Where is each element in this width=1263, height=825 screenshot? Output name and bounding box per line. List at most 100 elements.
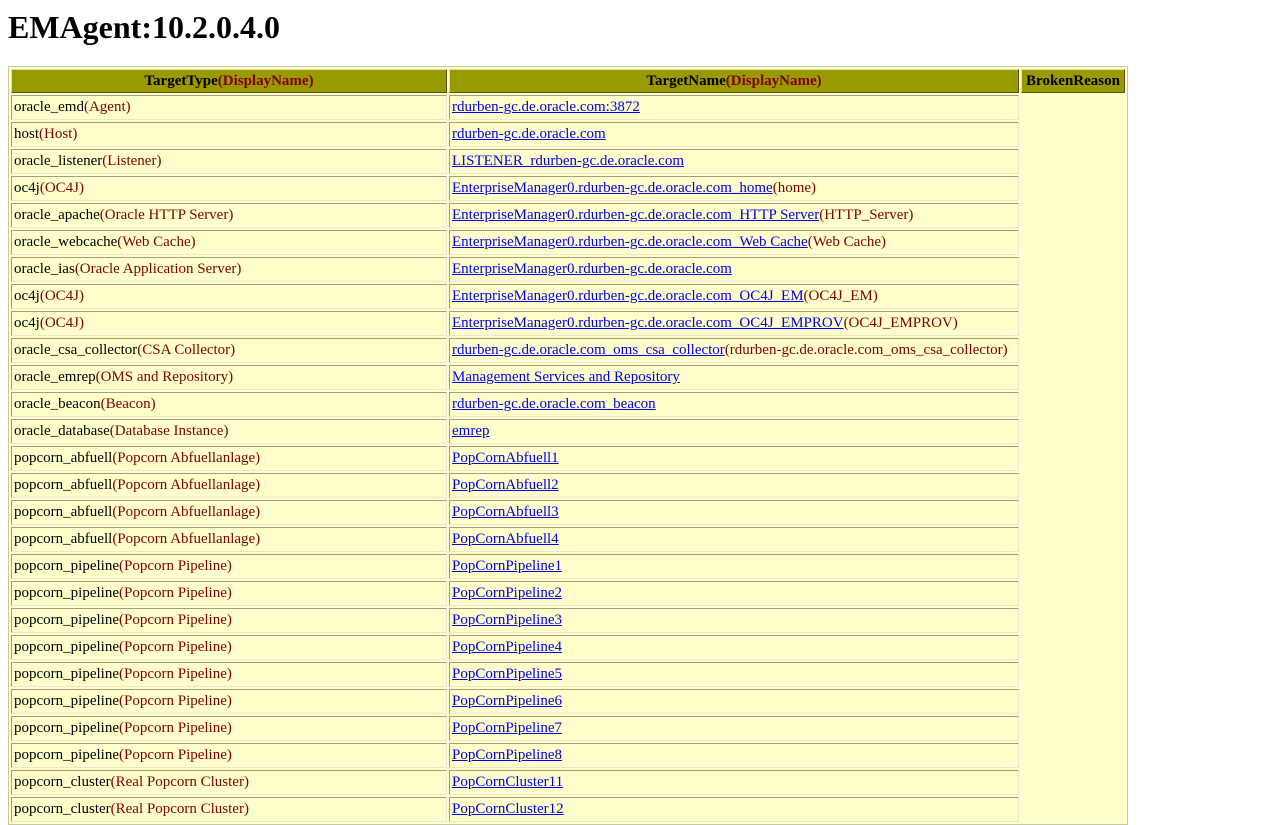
target-name-link[interactable]: PopCornAbfuell3 — [452, 504, 559, 520]
table-row: oracle_listener(Listener) LISTENER_rdurbe… — [11, 149, 1125, 174]
target-name-link[interactable]: PopCornPipeline8 — [452, 747, 562, 763]
target-type: popcorn_pipeline — [14, 612, 119, 628]
target-name-cell: PopCornAbfuell4 — [449, 527, 1019, 552]
target-type-cell: popcorn_cluster(Real Popcorn Cluster) — [11, 797, 447, 822]
target-name-cell: PopCornAbfuell3 — [449, 500, 1019, 525]
target-type: oracle_emrep — [14, 369, 96, 385]
target-type-cell: oracle_listener(Listener) — [11, 149, 447, 174]
target-type-display-name: (OC4J) — [39, 315, 84, 331]
table-row: oracle_beacon(Beacon) rdurben-gc.de.oracl… — [11, 392, 1125, 417]
target-type-cell: popcorn_pipeline(Popcorn Pipeline) — [11, 689, 447, 714]
target-name-display-name: (OC4J_EM) — [803, 288, 878, 304]
target-type-display-name: (Popcorn Pipeline) — [118, 612, 232, 628]
target-type-display-name: (Popcorn Pipeline) — [118, 639, 232, 655]
table-row: oracle_emrep(OMS and Repository) Manageme… — [11, 365, 1125, 390]
target-name-link[interactable]: EnterpriseManager0.rdurben-gc.de.oracle.… — [452, 261, 732, 277]
target-name-link[interactable]: PopCornPipeline3 — [452, 612, 562, 628]
target-type-display-name: (Oracle Application Server) — [74, 261, 242, 277]
target-name-link[interactable]: EnterpriseManager0.rdurben-gc.de.oracle.… — [452, 234, 808, 250]
target-name-link[interactable]: rdurben-gc.de.oracle.com_oms_csa_collect… — [452, 342, 725, 358]
table-row: popcorn_pipeline(Popcorn Pipeline) PopCor… — [11, 743, 1125, 768]
table-row: oracle_ias(Oracle Application Server) Ent… — [11, 257, 1125, 282]
table-row: oc4j(OC4J) EnterpriseManager0.rdurben-gc.… — [11, 311, 1125, 336]
target-type-display-name: (CSA Collector) — [137, 342, 236, 358]
target-name-link[interactable]: PopCornCluster11 — [452, 774, 563, 790]
target-name-cell: PopCornPipeline8 — [449, 743, 1019, 768]
target-type-display-name: (Popcorn Pipeline) — [118, 666, 232, 682]
target-name-link[interactable]: PopCornCluster12 — [452, 801, 564, 817]
target-type-display-name: (Popcorn Pipeline) — [118, 558, 232, 574]
target-type-cell: oracle_webcache(Web Cache) — [11, 230, 447, 255]
target-type: oc4j — [14, 180, 40, 196]
target-name-cell: PopCornPipeline1 — [449, 554, 1019, 579]
target-type-display-name: (OC4J) — [39, 180, 84, 196]
target-type-cell: oracle_emd(Agent) — [11, 95, 447, 120]
target-type-cell: popcorn_pipeline(Popcorn Pipeline) — [11, 635, 447, 660]
target-type-cell: popcorn_pipeline(Popcorn Pipeline) — [11, 716, 447, 741]
target-name-link[interactable]: PopCornPipeline1 — [452, 558, 562, 574]
target-type-display-name: (Popcorn Pipeline) — [118, 720, 232, 736]
target-name-link[interactable]: PopCornAbfuell4 — [452, 531, 559, 547]
target-name-display-name: (rdurben-gc.de.oracle.com_oms_csa_collec… — [724, 342, 1008, 358]
target-name-link[interactable]: PopCornPipeline7 — [452, 720, 562, 736]
table-row: popcorn_pipeline(Popcorn Pipeline) PopCor… — [11, 608, 1125, 633]
target-type-cell: oracle_ias(Oracle Application Server) — [11, 257, 447, 282]
target-type: popcorn_abfuell — [14, 504, 113, 520]
target-name-link[interactable]: PopCornAbfuell2 — [452, 477, 559, 493]
target-type-cell: popcorn_abfuell(Popcorn Abfuellanlage) — [11, 500, 447, 525]
target-type-cell: popcorn_cluster(Real Popcorn Cluster) — [11, 770, 447, 795]
target-type-display-name: (Popcorn Abfuellanlage) — [112, 531, 261, 547]
target-name-link[interactable]: rdurben-gc.de.oracle.com_beacon — [452, 396, 656, 412]
table-header-row: TargetType(DisplayName) TargetName(Displ… — [11, 69, 1125, 93]
target-name-cell: PopCornPipeline3 — [449, 608, 1019, 633]
target-type: popcorn_abfuell — [14, 531, 113, 547]
target-type-display-name: (Popcorn Pipeline) — [118, 585, 232, 601]
target-type-display-name: (Popcorn Abfuellanlage) — [112, 450, 261, 466]
target-name-cell: rdurben-gc.de.oracle.com — [449, 122, 1019, 147]
target-type: popcorn_pipeline — [14, 585, 119, 601]
target-name-link[interactable]: EnterpriseManager0.rdurben-gc.de.oracle.… — [452, 207, 819, 223]
target-type-cell: popcorn_abfuell(Popcorn Abfuellanlage) — [11, 446, 447, 471]
table-row: popcorn_abfuell(Popcorn Abfuellanlage) Po… — [11, 473, 1125, 498]
target-name-link[interactable]: EnterpriseManager0.rdurben-gc.de.oracle.… — [452, 288, 804, 304]
target-name-link[interactable]: PopCornPipeline2 — [452, 585, 562, 601]
target-name-link[interactable]: Management Services and Repository — [452, 369, 680, 385]
target-name-link[interactable]: PopCornPipeline6 — [452, 693, 562, 709]
target-name-cell: PopCornCluster12 — [449, 797, 1019, 822]
target-type-cell: oc4j(OC4J) — [11, 176, 447, 201]
target-type-cell: popcorn_pipeline(Popcorn Pipeline) — [11, 743, 447, 768]
header-name-display: (DisplayName) — [725, 72, 822, 89]
target-type-cell: popcorn_pipeline(Popcorn Pipeline) — [11, 581, 447, 606]
column-header-target-type: TargetType(DisplayName) — [11, 69, 447, 93]
target-name-link[interactable]: PopCornAbfuell1 — [452, 450, 559, 466]
targets-table: TargetType(DisplayName) TargetName(Displ… — [8, 66, 1128, 825]
target-name-cell: PopCornAbfuell1 — [449, 446, 1019, 471]
table-row: popcorn_cluster(Real Popcorn Cluster) Pop… — [11, 797, 1125, 822]
target-name-link[interactable]: EnterpriseManager0.rdurben-gc.de.oracle.… — [452, 180, 773, 196]
target-name-link[interactable]: PopCornPipeline5 — [452, 666, 562, 682]
target-type: oracle_ias — [14, 261, 75, 277]
target-name-link[interactable]: emrep — [452, 423, 489, 439]
target-type: popcorn_pipeline — [14, 639, 119, 655]
target-name-cell: EnterpriseManager0.rdurben-gc.de.oracle.… — [449, 284, 1019, 309]
target-type-cell: oc4j(OC4J) — [11, 311, 447, 336]
table-row: popcorn_pipeline(Popcorn Pipeline) PopCor… — [11, 581, 1125, 606]
target-name-link[interactable]: LISTENER_rdurben-gc.de.oracle.com — [452, 153, 684, 169]
target-name-cell: PopCornPipeline5 — [449, 662, 1019, 687]
table-row: popcorn_abfuell(Popcorn Abfuellanlage) Po… — [11, 446, 1125, 471]
target-type-display-name: (Oracle HTTP Server) — [99, 207, 234, 223]
table-row: oracle_webcache(Web Cache) EnterpriseMana… — [11, 230, 1125, 255]
table-row: host(Host) rdurben-gc.de.oracle.com — [11, 122, 1125, 147]
target-name-display-name: (home) — [772, 180, 817, 196]
target-name-link[interactable]: rdurben-gc.de.oracle.com:3872 — [452, 99, 640, 115]
header-name-label: TargetName — [646, 72, 726, 89]
target-name-link[interactable]: EnterpriseManager0.rdurben-gc.de.oracle.… — [452, 315, 844, 331]
target-type-cell: host(Host) — [11, 122, 447, 147]
target-name-link[interactable]: PopCornPipeline4 — [452, 639, 562, 655]
table-row: oc4j(OC4J) EnterpriseManager0.rdurben-gc.… — [11, 284, 1125, 309]
target-name-display-name: (OC4J_EMPROV) — [843, 315, 958, 331]
target-type: popcorn_pipeline — [14, 558, 119, 574]
target-type: oracle_apache — [14, 207, 100, 223]
target-name-link[interactable]: rdurben-gc.de.oracle.com — [452, 126, 606, 142]
header-type-display: (DisplayName) — [217, 72, 314, 89]
